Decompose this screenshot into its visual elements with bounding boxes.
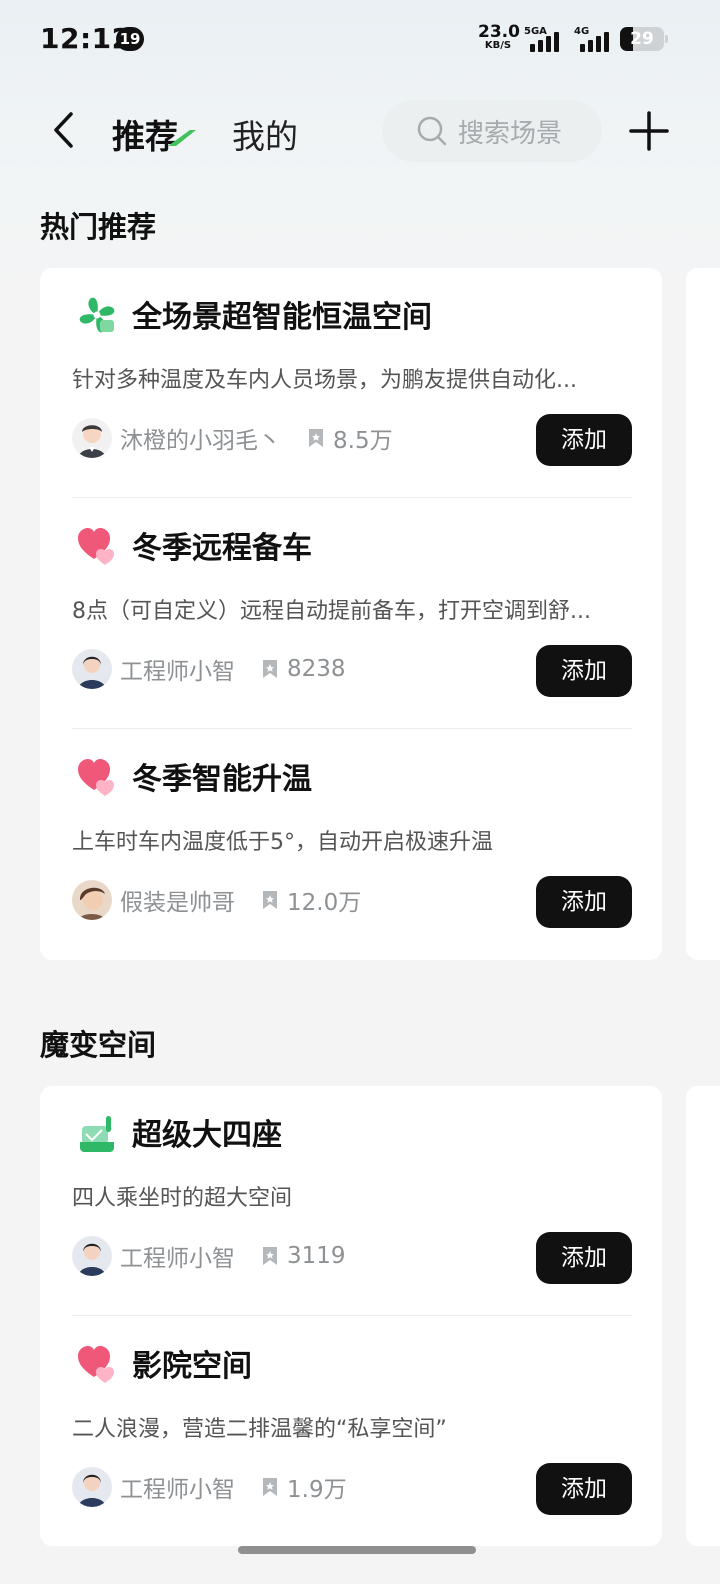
scene-card-space: 超级大四座 四人乘坐时的超大空间 工程师小智 3119 添加 影院空间 二人浪漫… (40, 1086, 662, 1546)
section-title-hot: 热门推荐 (40, 210, 157, 244)
item-title: 影院空间 (132, 1349, 252, 1384)
item-description: 上车时车内温度低于5°，自动开启极速升温 (72, 830, 493, 855)
network-speed-value: 23.0 (478, 22, 520, 42)
list-item[interactable]: 全场景超智能恒温空间 针对多种温度及车内人员场景，为鹏友提供自动化... 沐橙的… (72, 268, 632, 498)
item-meta: 工程师小智 8238 (72, 645, 532, 693)
add-button[interactable]: 添加 (536, 1463, 632, 1515)
battery-level: 29 (630, 29, 654, 49)
next-card-peek[interactable] (686, 268, 720, 960)
favorite-count: 12.0万 (287, 890, 362, 916)
add-button[interactable]: 添加 (536, 1232, 632, 1284)
favorite-count: 3119 (287, 1243, 346, 1269)
list-item[interactable]: 影院空间 二人浪漫，营造二排温馨的“私享空间” 工程师小智 1.9万 添加 (72, 1317, 632, 1547)
scene-card-hot: 全场景超智能恒温空间 针对多种温度及车内人员场景，为鹏友提供自动化... 沐橙的… (40, 268, 662, 960)
add-icon[interactable] (628, 110, 670, 152)
search-placeholder: 搜索场景 (458, 118, 563, 149)
avatar (72, 880, 112, 920)
favorite-icon (263, 1478, 277, 1496)
signal-5ga-icon: 5GA (524, 26, 574, 52)
back-arrow-icon[interactable] (44, 108, 84, 152)
heart-icon (78, 1346, 114, 1383)
favorite-icon (263, 891, 277, 909)
author-name: 工程师小智 (120, 1477, 235, 1503)
list-item[interactable]: 冬季远程备车 8点（可自定义）远程自动提前备车，打开空调到舒... 工程师小智 … (72, 499, 632, 729)
item-title: 冬季远程备车 (132, 531, 312, 566)
avatar (72, 418, 112, 458)
favorite-count: 1.9万 (287, 1477, 347, 1503)
add-button[interactable]: 添加 (536, 876, 632, 928)
divider (72, 1315, 632, 1316)
favorite-icon (263, 660, 277, 678)
add-button[interactable]: 添加 (536, 414, 632, 466)
seat-icon (80, 1116, 114, 1152)
item-description: 针对多种温度及车内人员场景，为鹏友提供自动化... (72, 368, 577, 393)
search-icon (417, 116, 447, 146)
author-name: 沐橙的小羽毛丶 (120, 428, 281, 454)
list-item[interactable]: 冬季智能升温 上车时车内温度低于5°，自动开启极速升温 假装是帅哥 12.0万 … (72, 730, 632, 960)
divider (72, 728, 632, 729)
item-title: 超级大四座 (132, 1118, 282, 1153)
list-item[interactable]: 超级大四座 四人乘坐时的超大空间 工程师小智 3119 添加 (72, 1086, 632, 1316)
item-title: 全场景超智能恒温空间 (132, 300, 432, 335)
fan-icon (79, 297, 115, 333)
item-meta: 工程师小智 3119 (72, 1232, 532, 1280)
next-card-peek[interactable] (686, 1086, 720, 1546)
battery-icon: 29 (620, 27, 664, 51)
tab-mine[interactable]: 我的 (232, 110, 298, 158)
author-name: 工程师小智 (120, 659, 235, 685)
favorite-icon (309, 429, 323, 447)
favorite-count: 8.5万 (333, 428, 393, 454)
tab-active-indicator (168, 130, 196, 146)
item-description: 二人浪漫，营造二排温馨的“私享空间” (72, 1417, 447, 1442)
item-title: 冬季智能升温 (132, 762, 312, 797)
avatar (72, 1236, 112, 1276)
divider (72, 497, 632, 498)
status-bar: 12:12 19 23.0 KB/S 5GA 4G 29 (0, 0, 720, 80)
home-indicator[interactable] (238, 1546, 476, 1554)
author-name: 假装是帅哥 (120, 890, 235, 916)
item-meta: 沐橙的小羽毛丶 8.5万 (72, 414, 532, 462)
item-meta: 工程师小智 1.9万 (72, 1463, 532, 1511)
heart-icon (78, 759, 114, 796)
avatar (72, 1467, 112, 1507)
favorite-icon (263, 1247, 277, 1265)
battery-tip (665, 35, 668, 43)
add-button[interactable]: 添加 (536, 645, 632, 697)
search-input[interactable]: 搜索场景 (382, 100, 602, 162)
notification-badge: 19 (116, 27, 144, 51)
signal-4g-icon: 4G (574, 26, 614, 52)
top-nav: 推荐 我的 搜索场景 (0, 96, 720, 168)
network-speed-unit: KB/S (484, 40, 512, 51)
author-name: 工程师小智 (120, 1246, 235, 1272)
heart-icon (78, 528, 114, 565)
item-description: 8点（可自定义）远程自动提前备车，打开空调到舒... (72, 599, 591, 624)
favorite-count: 8238 (287, 656, 346, 682)
section-title-space: 魔变空间 (40, 1028, 157, 1062)
network-speed: 23.0 KB/S (478, 22, 520, 51)
item-meta: 假装是帅哥 12.0万 (72, 876, 532, 924)
item-description: 四人乘坐时的超大空间 (72, 1186, 293, 1211)
avatar (72, 649, 112, 689)
